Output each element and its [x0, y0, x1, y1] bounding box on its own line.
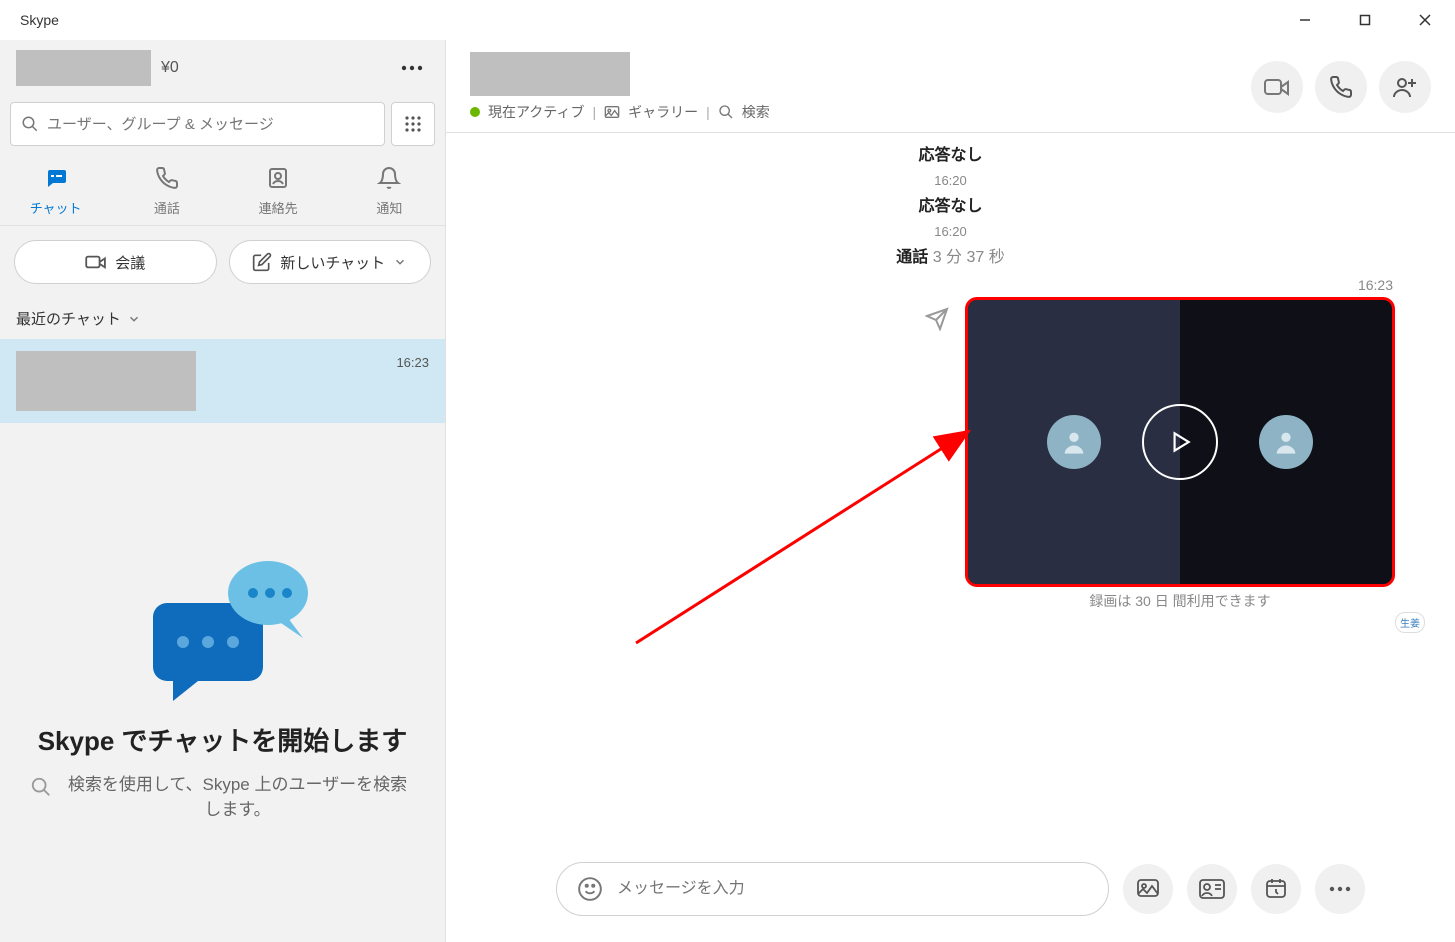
button-label: 新しいチャット [280, 252, 385, 273]
chat-status-line: 現在アクティブ | ギャラリー | 検索 [470, 102, 770, 122]
maximize-button[interactable] [1335, 0, 1395, 40]
gallery-link[interactable]: ギャラリー [628, 102, 698, 122]
chat-contact-redacted [16, 351, 196, 411]
tab-contacts[interactable]: 連絡先 [228, 164, 328, 217]
messages-area[interactable]: 応答なし 16:20 応答なし 16:20 通話 3 分 37 秒 16:23 [446, 133, 1455, 844]
person-icon [1060, 428, 1088, 456]
sidebar-tabs: チャット 通話 連絡先 通知 [0, 152, 445, 226]
tab-label: 連絡先 [259, 198, 298, 217]
system-message: 16:20 通話 3 分 37 秒 [506, 224, 1395, 267]
schedule-call-button[interactable] [1251, 864, 1301, 914]
search-icon [30, 776, 52, 798]
system-message: 応答なし [506, 141, 1395, 165]
new-chat-button[interactable]: 新しいチャット [229, 240, 432, 284]
video-icon [1264, 78, 1290, 96]
tab-notifications[interactable]: 通知 [339, 164, 439, 217]
tab-calls[interactable]: 通話 [117, 164, 217, 217]
forward-icon[interactable] [925, 307, 949, 331]
promo-area: Skype でチャットを開始します 検索を使用して、Skype 上のユーザーを検… [0, 423, 445, 942]
phone-icon [1329, 75, 1353, 99]
meeting-button[interactable]: 会議 [14, 240, 217, 284]
sidebar: ¥0 チャット 通話 [0, 40, 446, 942]
gallery-icon [604, 105, 620, 119]
chat-icon [43, 166, 69, 190]
play-button[interactable] [1142, 404, 1218, 480]
audio-call-button[interactable] [1315, 61, 1367, 113]
recording-message: 16:23 [506, 277, 1395, 611]
emoji-icon[interactable] [577, 876, 603, 902]
search-link[interactable]: 検索 [742, 102, 770, 122]
presence-dot [470, 107, 480, 117]
dialpad-icon [404, 115, 422, 133]
add-participant-button[interactable] [1379, 61, 1431, 113]
message-input-wrap[interactable] [556, 862, 1109, 916]
presence-text: 現在アクティブ [488, 102, 584, 122]
person-icon [1272, 428, 1300, 456]
tab-label: 通話 [154, 198, 180, 217]
button-label: 会議 [115, 252, 145, 273]
profile-row: ¥0 [0, 40, 445, 96]
recent-chats-header[interactable]: 最近のチャット [0, 298, 445, 339]
tab-label: 通知 [376, 198, 402, 217]
tab-chat[interactable]: チャット [6, 164, 106, 217]
search-icon [718, 104, 734, 120]
image-icon [1136, 878, 1160, 900]
search-icon [21, 115, 39, 133]
phone-icon [155, 166, 179, 190]
composer [446, 844, 1455, 942]
compose-icon [252, 252, 272, 272]
message-input[interactable] [617, 880, 1088, 898]
chat-illustration [133, 543, 313, 703]
titlebar: Skype [0, 0, 1455, 40]
contact-card-button[interactable] [1187, 864, 1237, 914]
window-controls [1275, 0, 1455, 40]
contact-card-icon [1199, 879, 1225, 899]
reaction-badge[interactable]: 生姜 [1395, 612, 1425, 633]
more-icon [1329, 886, 1351, 892]
tab-label: チャット [30, 198, 82, 217]
dialpad-button[interactable] [391, 102, 435, 146]
bell-icon [377, 166, 401, 190]
promo-title: Skype でチャットを開始します [38, 721, 408, 758]
profile-name-redacted[interactable] [16, 50, 151, 86]
chat-header: 現在アクティブ | ギャラリー | 検索 [446, 40, 1455, 133]
play-icon [1167, 429, 1193, 455]
schedule-icon [1264, 877, 1288, 901]
chat-contact-name-redacted[interactable] [470, 52, 630, 96]
search-input[interactable] [47, 116, 374, 133]
header-label: 最近のチャット [16, 308, 121, 329]
more-menu-button[interactable] [395, 51, 429, 85]
chevron-down-icon [393, 255, 407, 269]
more-button[interactable] [1315, 864, 1365, 914]
search-box[interactable] [10, 102, 385, 146]
chat-list-item[interactable]: 16:23 [0, 339, 445, 423]
chevron-down-icon [127, 312, 141, 326]
close-button[interactable] [1395, 0, 1455, 40]
window-title: Skype [20, 12, 59, 28]
call-recording-card[interactable] [965, 297, 1395, 587]
message-time: 16:23 [965, 277, 1393, 293]
chat-content: 現在アクティブ | ギャラリー | 検索 [446, 40, 1455, 942]
media-button[interactable] [1123, 864, 1173, 914]
system-message: 16:20 応答なし [506, 173, 1395, 216]
credit-balance[interactable]: ¥0 [161, 59, 179, 77]
video-call-button[interactable] [1251, 61, 1303, 113]
video-icon [85, 254, 107, 270]
recording-caption: 録画は 30 日 間利用できます [965, 591, 1395, 611]
participant-avatar [1047, 415, 1101, 469]
minimize-button[interactable] [1275, 0, 1335, 40]
contacts-icon [266, 166, 290, 190]
chat-item-time: 16:23 [396, 355, 429, 370]
add-person-icon [1392, 75, 1418, 99]
promo-subtitle: 検索を使用して、Skype 上のユーザーを検索します。 [30, 772, 415, 823]
participant-avatar [1259, 415, 1313, 469]
